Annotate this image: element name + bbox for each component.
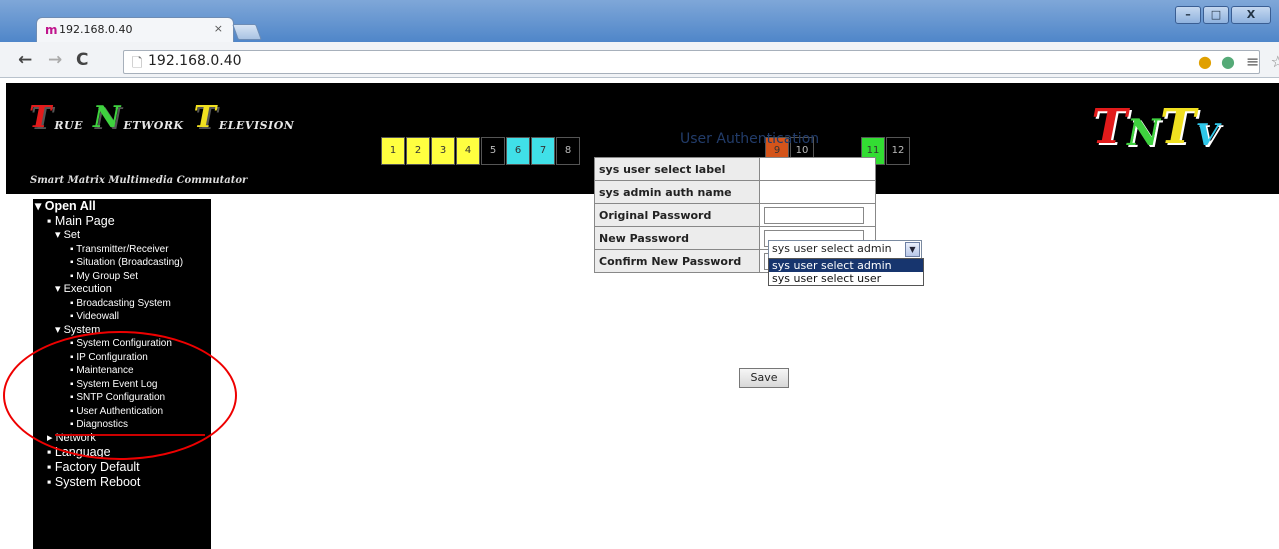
option-user[interactable]: sys user select user <box>769 272 923 285</box>
user-select-label: sys user select label <box>594 157 760 181</box>
new-password-label: New Password <box>594 226 760 250</box>
user-select-value: sys user select admin <box>772 242 892 255</box>
nav-system-reboot[interactable]: ▪ System Reboot <box>33 475 211 490</box>
nav-system-configuration[interactable]: ▪ System Configuration <box>33 337 211 351</box>
admin-name-cell <box>759 180 876 204</box>
channel-button-5[interactable]: 5 <box>481 137 505 165</box>
logo-word-network: ETWORK <box>123 119 184 132</box>
logo-word-television: ELEVISION <box>218 119 295 132</box>
channel-button-4[interactable]: 4 <box>456 137 480 165</box>
nav-open-all[interactable]: ▾ Open All <box>33 199 211 214</box>
tntv-letter-v: V <box>1195 118 1219 153</box>
brand-logo: T RUE N ETWORK T ELEVISION <box>29 100 304 135</box>
logo-letter-t2: T <box>193 100 216 135</box>
nav-my-group-set[interactable]: ▪ My Group Set <box>33 270 211 284</box>
bookmark-star-icon[interactable]: ☆ <box>1271 52 1279 71</box>
user-select-cell <box>759 157 876 181</box>
channel-button-7[interactable]: 7 <box>531 137 555 165</box>
nav-main-page[interactable]: ▪ Main Page <box>33 214 211 229</box>
tntv-logo: T N T V <box>1091 103 1219 151</box>
tntv-letter-t1: T <box>1091 99 1128 155</box>
page-title: User Authentication <box>680 131 820 147</box>
page-favicon-icon: m <box>45 23 58 37</box>
forward-button[interactable]: → <box>48 50 62 70</box>
nav-broadcasting-system[interactable]: ▪ Broadcasting System <box>33 297 211 311</box>
new-tab-button[interactable] <box>232 24 262 40</box>
channel-button-6[interactable]: 6 <box>506 137 530 165</box>
nav-situation[interactable]: ▪ Situation (Broadcasting) <box>33 256 211 270</box>
nav-language[interactable]: ▪ Language <box>33 445 211 460</box>
tab-title: 192.168.0.40 <box>59 23 133 36</box>
maximize-button[interactable]: □ <box>1203 6 1229 24</box>
original-password-label: Original Password <box>594 203 760 227</box>
header-subtitle: Smart Matrix Multimedia Commutator <box>30 175 248 186</box>
logo-word-true: RUE <box>54 119 83 132</box>
close-window-button[interactable]: X <box>1231 6 1271 24</box>
channel-button-2[interactable]: 2 <box>406 137 430 165</box>
nav-user-authentication[interactable]: ▪ User Authentication <box>33 405 211 419</box>
nav-ip-configuration[interactable]: ▪ IP Configuration <box>33 351 211 365</box>
nav-factory-default[interactable]: ▪ Factory Default <box>33 460 211 475</box>
reload-button[interactable]: C <box>76 50 88 70</box>
browser-tab[interactable]: m 192.168.0.40 × <box>36 17 234 43</box>
confirm-password-label: Confirm New Password <box>594 249 760 273</box>
logo-letter-t1: T <box>29 100 52 135</box>
nav-set[interactable]: ▾ Set <box>33 229 211 243</box>
tntv-letter-n: N <box>1127 112 1160 154</box>
nav-system[interactable]: ▾ System <box>33 324 211 338</box>
channel-button-8[interactable]: 8 <box>556 137 580 165</box>
logo-letter-n: N <box>92 100 121 135</box>
address-url: 192.168.0.40 <box>148 53 242 69</box>
user-select-dropdown[interactable]: sys user select admin ▼ <box>768 240 922 259</box>
extension-globe-icon[interactable]: ● <box>1221 52 1235 71</box>
nav-diagnostics[interactable]: ▪ Diagnostics <box>33 418 211 432</box>
channel-button-3[interactable]: 3 <box>431 137 455 165</box>
nav-maintenance[interactable]: ▪ Maintenance <box>33 364 211 378</box>
web-page: T RUE N ETWORK T ELEVISION Smart Matrix … <box>0 78 1279 549</box>
nav-execution[interactable]: ▾ Execution <box>33 283 211 297</box>
tab-close-icon[interactable]: × <box>214 22 223 35</box>
page-icon: 🗋 <box>132 56 143 71</box>
channel-button-12[interactable]: 12 <box>886 137 910 165</box>
minimize-button[interactable]: – <box>1175 6 1201 24</box>
nav-transmitter-receiver[interactable]: ▪ Transmitter/Receiver <box>33 243 211 257</box>
user-select-options: sys user select admin sys user select us… <box>768 258 924 286</box>
chrome-menu-icon[interactable]: ≡ <box>1246 52 1259 71</box>
nav-videowall[interactable]: ▪ Videowall <box>33 310 211 324</box>
original-password-input[interactable] <box>764 206 864 224</box>
address-bar[interactable]: 🗋 192.168.0.40 ☆ <box>123 50 1279 74</box>
chevron-down-icon[interactable]: ▼ <box>905 242 920 257</box>
red-underline-annotation <box>55 434 205 436</box>
back-button[interactable]: ← <box>18 50 32 70</box>
save-button[interactable]: Save <box>739 368 789 388</box>
admin-name-label: sys admin auth name <box>594 180 760 204</box>
channel-button-1[interactable]: 1 <box>381 137 405 165</box>
sidebar-nav: ▾ Open All ▪ Main Page ▾ Set ▪ Transmitt… <box>33 199 211 549</box>
nav-system-event-log[interactable]: ▪ System Event Log <box>33 378 211 392</box>
option-admin[interactable]: sys user select admin <box>769 259 923 272</box>
nav-sntp-configuration[interactable]: ▪ SNTP Configuration <box>33 391 211 405</box>
tntv-letter-t2: T <box>1160 99 1196 155</box>
extension-weather-icon[interactable]: ● <box>1198 52 1212 71</box>
browser-titlebar: m 192.168.0.40 × – □ X <box>0 0 1279 43</box>
